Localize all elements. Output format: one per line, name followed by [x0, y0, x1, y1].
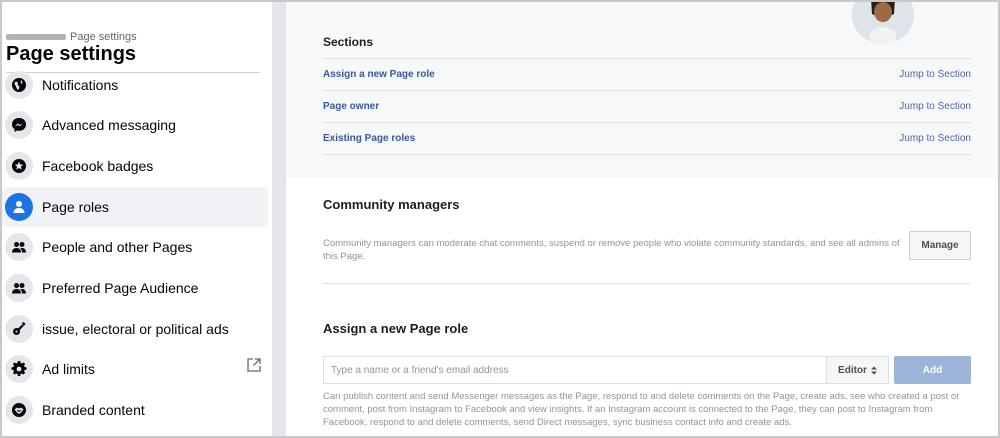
person-icon — [5, 193, 33, 221]
sidebar-scrollbar[interactable] — [272, 2, 286, 436]
assign-role-heading: Assign a new Page role — [323, 321, 469, 336]
globe-icon — [5, 71, 33, 99]
role-dropdown-value: Editor — [838, 364, 867, 376]
sidebar-item-preferred-page-audience[interactable]: Preferred Page Audience — [2, 268, 268, 308]
community-heading: Community managers — [323, 197, 460, 212]
sidebar-item-label: Page roles — [42, 199, 109, 215]
sidebar-item-label: Notifications — [42, 77, 119, 93]
sidebar-item-label: Branded content — [42, 402, 145, 418]
sidebar-item-label: Advanced messaging — [42, 117, 176, 133]
sidebar-item-label: People and other Pages — [42, 239, 193, 255]
jump-to-section-link[interactable]: Jump to Section — [899, 69, 971, 80]
sections-card: Sections Assign a new Page role Jump to … — [286, 2, 998, 178]
main-content: Sections Assign a new Page role Jump to … — [286, 2, 998, 436]
sidebar-item-label: Ad limits — [42, 361, 95, 377]
sidebar-item-page-roles[interactable]: Page roles — [2, 187, 268, 227]
avatar — [852, 2, 914, 44]
section-link-owner[interactable]: Page owner — [323, 101, 379, 112]
breadcrumb-current: Page settings — [70, 31, 137, 43]
sections-heading: Sections — [323, 35, 374, 49]
page-frame: Page settings Page settings Notification… — [0, 0, 1000, 438]
section-row-assign: Assign a new Page role Jump to Section — [323, 58, 971, 90]
section-link-assign[interactable]: Assign a new Page role — [323, 69, 435, 80]
handshake-icon — [5, 396, 33, 424]
sidebar-item-political-ads[interactable]: issue, electoral or political ads — [2, 309, 268, 349]
role-description: Can publish content and send Messenger m… — [323, 391, 960, 428]
gear-icon — [5, 355, 33, 383]
manage-button[interactable]: Manage — [909, 231, 971, 260]
breadcrumb: Page settings — [6, 30, 137, 44]
sidebar-item-facebook-badges[interactable]: Facebook badges — [2, 146, 268, 186]
add-button[interactable]: Add — [894, 356, 971, 384]
people-icon — [5, 274, 33, 302]
community-description: Community managers can moderate chat com… — [323, 238, 900, 262]
sidebar-item-branded-content[interactable]: Branded content — [2, 390, 268, 430]
guitar-icon — [5, 315, 33, 343]
people-icon — [5, 233, 33, 261]
chevron-updown-icon — [870, 366, 877, 375]
section-divider — [323, 283, 971, 284]
page-roles-card: Community managers Community managers ca… — [286, 178, 998, 436]
sidebar-item-advanced-messaging[interactable]: Advanced messaging — [2, 105, 268, 145]
jump-to-section-link[interactable]: Jump to Section — [899, 101, 971, 112]
jump-to-section-link[interactable]: Jump to Section — [899, 133, 971, 144]
star-badge-icon — [5, 152, 33, 180]
sidebar-item-notifications[interactable]: Notifications — [2, 65, 268, 105]
name-email-input[interactable] — [323, 356, 827, 384]
sections-divider — [323, 154, 971, 155]
sidebar-item-label: Preferred Page Audience — [42, 280, 199, 296]
external-link-icon[interactable] — [246, 357, 262, 378]
sidebar: Page settings Page settings Notification… — [2, 2, 272, 436]
sidebar-item-ad-limits[interactable]: Ad limits — [2, 349, 268, 389]
role-dropdown[interactable]: Editor — [827, 356, 889, 384]
messenger-icon — [5, 111, 33, 139]
section-link-existing[interactable]: Existing Page roles — [323, 133, 415, 144]
sidebar-item-people-and-other-pages[interactable]: People and other Pages — [2, 227, 268, 267]
breadcrumb-parent[interactable] — [6, 34, 66, 40]
section-row-existing: Existing Page roles Jump to Section — [323, 122, 971, 154]
page-title: Page settings — [6, 43, 137, 65]
sidebar-item-label: Facebook badges — [42, 158, 154, 174]
sidebar-item-label: issue, electoral or political ads — [42, 321, 229, 337]
section-row-owner: Page owner Jump to Section — [323, 90, 971, 122]
